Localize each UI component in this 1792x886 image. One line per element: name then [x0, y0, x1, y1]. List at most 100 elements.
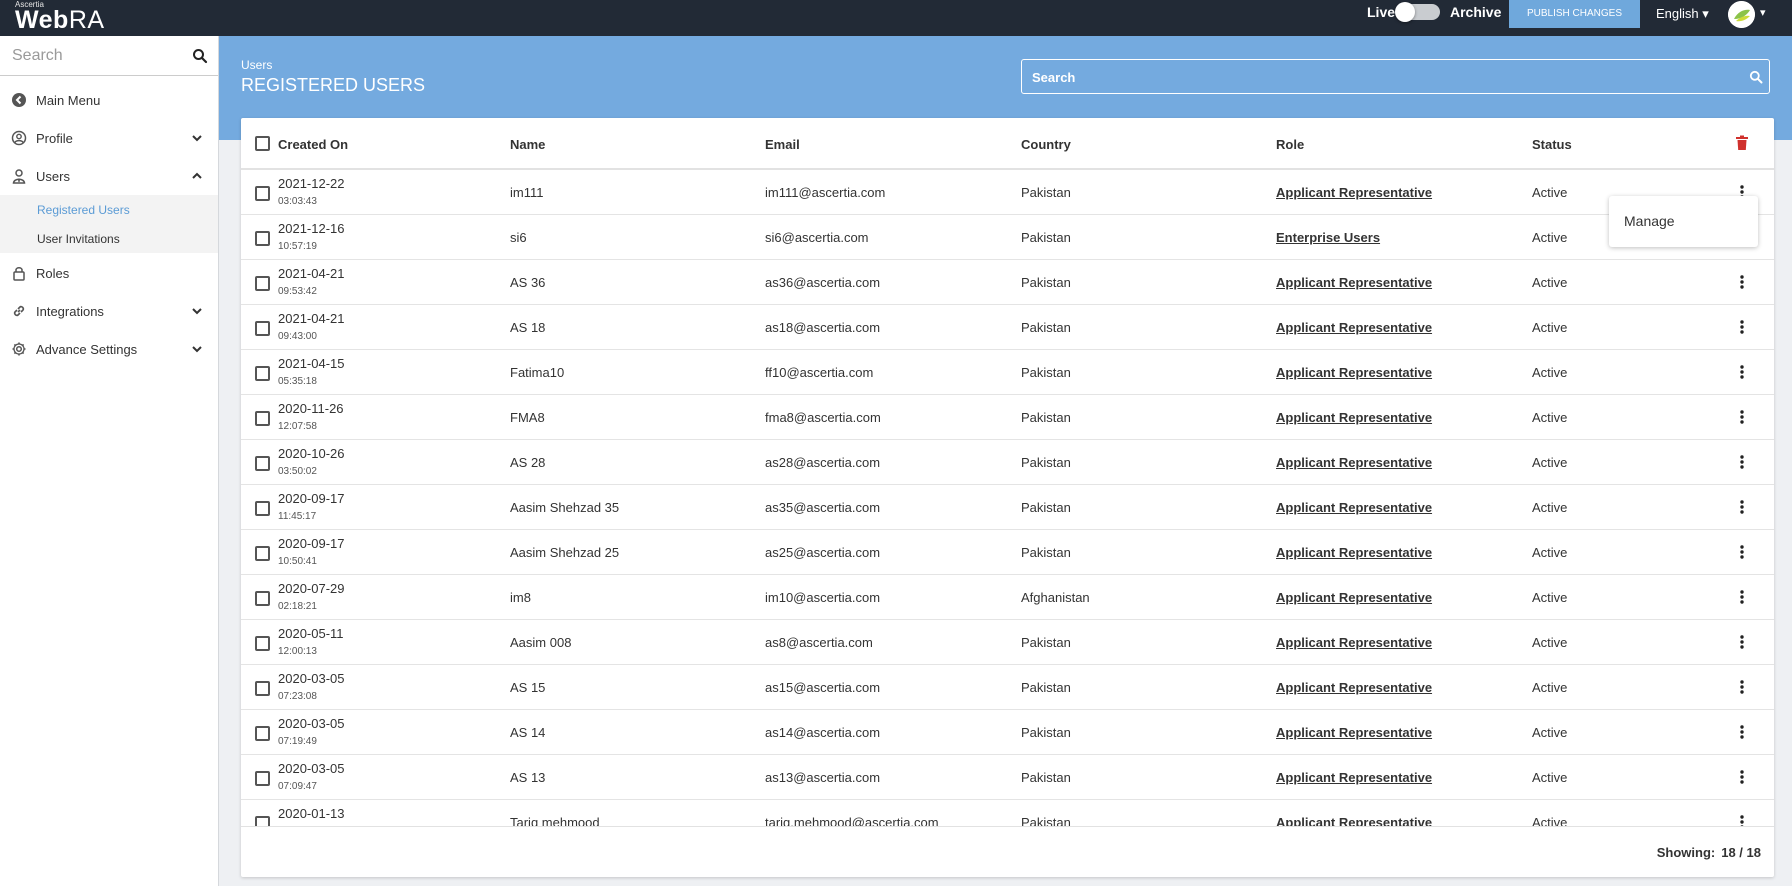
- avatar[interactable]: [1728, 1, 1755, 28]
- column-role[interactable]: Role: [1276, 137, 1304, 152]
- trash-icon[interactable]: [1735, 135, 1749, 151]
- table-row[interactable]: 2021-04-21 09:53:42 AS 36 as36@ascertia.com…: [241, 260, 1774, 305]
- select-all-checkbox[interactable]: [255, 136, 270, 151]
- user-email: tariq.mehmood@ascertia.com: [765, 815, 939, 826]
- row-checkbox[interactable]: [255, 591, 270, 606]
- publish-changes-button[interactable]: PUBLISH CHANGES: [1509, 0, 1640, 28]
- column-status[interactable]: Status: [1532, 137, 1572, 152]
- more-vertical-icon[interactable]: [1736, 364, 1748, 380]
- search-icon[interactable]: [1749, 70, 1763, 84]
- more-vertical-icon[interactable]: [1736, 454, 1748, 470]
- row-checkbox[interactable]: [255, 636, 270, 651]
- column-name[interactable]: Name: [510, 137, 545, 152]
- table-row[interactable]: 2020-07-29 02:18:21 im8 im10@ascertia.com Af…: [241, 575, 1774, 620]
- more-vertical-icon[interactable]: [1736, 274, 1748, 290]
- table-row[interactable]: 2020-10-26 03:50:02 AS 28 as28@ascertia.com…: [241, 440, 1774, 485]
- more-vertical-icon[interactable]: [1736, 769, 1748, 785]
- row-checkbox[interactable]: [255, 231, 270, 246]
- user-role-link[interactable]: Applicant Representative: [1276, 365, 1432, 380]
- user-name: AS 14: [510, 725, 546, 740]
- sidebar-subitem-user-invitations[interactable]: User Invitations: [0, 224, 218, 253]
- user-status: Active: [1532, 320, 1568, 335]
- user-role-link[interactable]: Applicant Representative: [1276, 410, 1432, 425]
- user-role-link[interactable]: Applicant Representative: [1276, 725, 1432, 740]
- user-country: Pakistan: [1021, 455, 1071, 470]
- user-email: as8@ascertia.com: [765, 635, 873, 650]
- brand-web: Web: [15, 6, 69, 34]
- sidebar-item-users[interactable]: Users: [0, 158, 218, 194]
- row-checkbox[interactable]: [255, 726, 270, 741]
- user-role-link[interactable]: Applicant Representative: [1276, 185, 1432, 200]
- row-checkbox[interactable]: [255, 771, 270, 786]
- table-row[interactable]: 2020-03-05 07:19:49 AS 14 as14@ascertia.com…: [241, 710, 1774, 755]
- user-role-link[interactable]: Applicant Representative: [1276, 455, 1432, 470]
- row-checkbox[interactable]: [255, 411, 270, 426]
- user-role-link[interactable]: Applicant Representative: [1276, 320, 1432, 335]
- column-country[interactable]: Country: [1021, 137, 1071, 152]
- row-checkbox[interactable]: [255, 366, 270, 381]
- table-row[interactable]: 2021-12-16 10:57:19 si6 si6@ascertia.com Pak…: [241, 215, 1774, 260]
- user-country: Pakistan: [1021, 815, 1071, 826]
- sidebar-search-input[interactable]: [12, 44, 187, 68]
- avatar-caret-icon[interactable]: ▾: [1760, 6, 1766, 19]
- sidebar-item-integrations[interactable]: Integrations: [0, 293, 218, 329]
- more-vertical-icon[interactable]: [1736, 814, 1748, 826]
- sidebar-item-advance-settings[interactable]: Advance Settings: [0, 331, 218, 367]
- user-country: Pakistan: [1021, 365, 1071, 380]
- sidebar-subitem-registered-users[interactable]: Registered Users: [0, 195, 218, 224]
- more-vertical-icon[interactable]: [1736, 724, 1748, 740]
- created-date: 2021-04-21: [278, 311, 345, 326]
- table-row[interactable]: 2020-09-17 11:45:17 Aasim Shehzad 35 as35@a…: [241, 485, 1774, 530]
- more-vertical-icon[interactable]: [1736, 589, 1748, 605]
- row-checkbox[interactable]: [255, 816, 270, 826]
- column-created-on[interactable]: Created On: [278, 137, 348, 152]
- user-role-link[interactable]: Applicant Representative: [1276, 815, 1432, 826]
- table-row[interactable]: 2021-12-22 03:03:43 im111 im111@ascertia.co…: [241, 170, 1774, 215]
- created-time: 12:00:13: [278, 646, 317, 657]
- row-checkbox[interactable]: [255, 321, 270, 336]
- table-row[interactable]: 2021-04-15 05:35:18 Fatima10 ff10@ascertia.…: [241, 350, 1774, 395]
- user-email: as13@ascertia.com: [765, 770, 881, 785]
- sidebar-item-main-menu[interactable]: Main Menu: [0, 82, 218, 118]
- more-vertical-icon[interactable]: [1736, 634, 1748, 650]
- more-vertical-icon[interactable]: [1736, 679, 1748, 695]
- more-vertical-icon[interactable]: [1736, 544, 1748, 560]
- table-row[interactable]: 2020-03-05 07:23:08 AS 15 as15@ascertia.com…: [241, 665, 1774, 710]
- brand-logo[interactable]: WebRA: [15, 6, 105, 35]
- user-role-link[interactable]: Applicant Representative: [1276, 680, 1432, 695]
- user-role-link[interactable]: Applicant Representative: [1276, 770, 1432, 785]
- table-row[interactable]: 2020-11-26 12:07:58 FMA8 fma8@ascertia.com P…: [241, 395, 1774, 440]
- table-row[interactable]: 2020-05-11 12:00:13 Aasim 008 as8@ascertia.…: [241, 620, 1774, 665]
- column-email[interactable]: Email: [765, 137, 800, 152]
- table-row[interactable]: 2020-03-05 07:09:47 AS 13 as13@ascertia.com…: [241, 755, 1774, 800]
- user-role-link[interactable]: Enterprise Users: [1276, 230, 1380, 245]
- table-row[interactable]: 2021-04-21 09:43:00 AS 18 as18@ascertia.com…: [241, 305, 1774, 350]
- user-name: AS 28: [510, 455, 546, 470]
- row-checkbox[interactable]: [255, 276, 270, 291]
- row-checkbox[interactable]: [255, 501, 270, 516]
- more-vertical-icon[interactable]: [1736, 319, 1748, 335]
- more-vertical-icon[interactable]: [1736, 499, 1748, 515]
- row-checkbox[interactable]: [255, 456, 270, 471]
- row-checkbox[interactable]: [255, 546, 270, 561]
- user-role-link[interactable]: Applicant Representative: [1276, 500, 1432, 515]
- live-archive-toggle[interactable]: [1395, 2, 1440, 22]
- user-email: si6@ascertia.com: [765, 230, 869, 245]
- sidebar-item-profile[interactable]: Profile: [0, 120, 218, 156]
- user-role-link[interactable]: Applicant Representative: [1276, 590, 1432, 605]
- user-country: Pakistan: [1021, 230, 1071, 245]
- row-checkbox[interactable]: [255, 186, 270, 201]
- table-row[interactable]: 2020-09-17 10:50:41 Aasim Shehzad 25 as25@a…: [241, 530, 1774, 575]
- more-vertical-icon[interactable]: [1736, 409, 1748, 425]
- created-time: 11:45:17: [278, 511, 317, 522]
- sidebar-item-roles[interactable]: Roles: [0, 255, 218, 291]
- user-role-link[interactable]: Applicant Representative: [1276, 275, 1432, 290]
- search-icon[interactable]: [192, 48, 208, 64]
- users-search-input[interactable]: [1032, 67, 1732, 87]
- manage-menu-item[interactable]: Manage: [1624, 213, 1675, 229]
- user-role-link[interactable]: Applicant Representative: [1276, 635, 1432, 650]
- table-row[interactable]: 2020-01-13 Tariq mehmood tariq.mehmood@asc…: [241, 800, 1774, 826]
- user-role-link[interactable]: Applicant Representative: [1276, 545, 1432, 560]
- language-selector[interactable]: English ▾: [1656, 6, 1709, 22]
- row-checkbox[interactable]: [255, 681, 270, 696]
